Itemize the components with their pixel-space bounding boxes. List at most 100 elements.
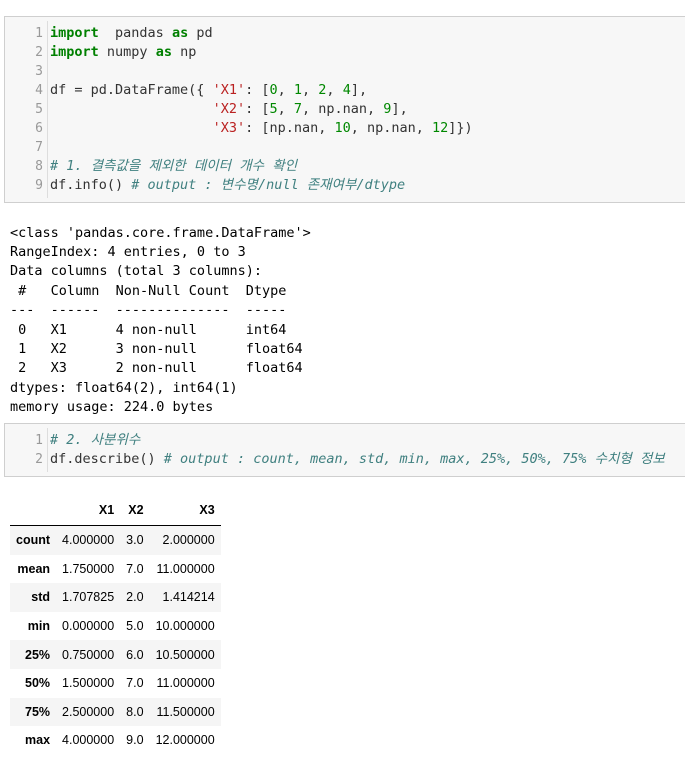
code-token: pandas [98, 25, 172, 41]
code-token: # 2. 사분위수 [50, 432, 141, 448]
code-cell-2[interactable]: 1 # 2. 사분위수 2 df.describe() # output : coun… [4, 423, 685, 477]
code-token: 12 [432, 120, 449, 136]
table-cell: 10.000000 [155, 619, 215, 634]
row-label: mean [17, 561, 51, 576]
table-cell: 0.750000 [62, 647, 115, 662]
code-line[interactable]: # 1. 결측값을 제외한 데이터 개수 확인 [50, 157, 297, 176]
row-label: 50% [25, 676, 51, 691]
code-token: : [ [245, 101, 270, 117]
table-cell: 2.0 [126, 590, 144, 605]
table-row: count 4.000000 3.0 2.000000 [10, 525, 221, 555]
code-token: import [50, 25, 99, 41]
code-token: ]}) [448, 120, 473, 136]
code-token: as [171, 25, 189, 41]
code-token: # 1. 결측값을 제외한 데이터 개수 확인 [50, 158, 298, 174]
table-cell: 2.000000 [162, 533, 215, 548]
line-number: 2 [35, 452, 43, 467]
code-line[interactable]: import pandas as pd [50, 24, 213, 43]
table-cell: 1.750000 [62, 561, 115, 576]
table-cell: 11.000000 [156, 561, 215, 576]
code-token: 1 [293, 82, 303, 98]
table-cell: 6.0 [126, 647, 144, 662]
line-number-gutter [47, 428, 48, 472]
column-header: X3 [149, 495, 221, 526]
row-label: min [27, 619, 51, 634]
code-token: 'X3' [212, 120, 246, 136]
line-number: 1 [35, 26, 43, 41]
code-token: # output : count, mean, std, min, max, 2… [163, 451, 665, 467]
table-row: max 4.000000 9.0 12.000000 [10, 726, 221, 755]
code-line[interactable]: 'X3': [np.nan, 10, np.nan, 12]}) [50, 119, 473, 138]
table-cell: 2.500000 [62, 704, 115, 719]
code-line[interactable]: df.info() # output : 변수명/null 존재여부/dtype [50, 176, 405, 195]
code-token: 10 [334, 120, 351, 136]
code-token: , np.nan, [350, 120, 433, 136]
line-number: 3 [35, 64, 43, 79]
code-token: , [302, 82, 319, 98]
table-body: count 4.000000 3.0 2.000000 mean 1.750000 7.0 1… [10, 525, 221, 755]
describe-table: X1 X2 X3 count 4.000000 3.0 2.000000 mean 1.750… [10, 495, 221, 755]
table-row: 50% 1.500000 7.0 11.000000 [10, 669, 221, 698]
code-token: , np.nan, [302, 101, 384, 117]
row-label: 75% [25, 704, 51, 719]
code-line[interactable]: 'X2': [5, 7, np.nan, 9], [50, 100, 408, 119]
table-cell: 3.0 [126, 533, 144, 548]
code-token: ], [391, 101, 408, 117]
code-token: , [277, 101, 294, 117]
table-cell: 11.000000 [156, 676, 215, 691]
code-token: numpy [98, 44, 156, 60]
row-label: max [25, 733, 51, 748]
table-cell: 9.0 [126, 733, 144, 748]
line-number-gutter [47, 21, 48, 198]
line-number: 4 [35, 83, 43, 98]
code-token: 4 [342, 82, 351, 98]
code-token: ], [350, 82, 368, 98]
code-line[interactable]: df = pd.DataFrame({ 'X1': [0, 1, 2, 4], [50, 81, 367, 100]
table-cell: 11.500000 [156, 704, 215, 719]
code-token: , [277, 82, 294, 98]
code-token: 0 [269, 82, 278, 98]
table-row: mean 1.750000 7.0 11.000000 [10, 555, 221, 584]
table-cell: 5.0 [126, 619, 144, 634]
code-token: pd [188, 25, 213, 41]
table-cell: 4.000000 [62, 533, 115, 548]
code-token: 'X1' [212, 82, 246, 98]
table-row: 25% 0.750000 6.0 10.500000 [10, 640, 221, 669]
row-label: count [16, 533, 51, 548]
line-number: 1 [35, 433, 43, 448]
code-token: 5 [269, 101, 278, 117]
column-header [10, 495, 57, 526]
code-token: , [326, 82, 343, 98]
code-token: # output : 변수명/null 존재여부/dtype [131, 177, 406, 193]
table-cell: 4.000000 [62, 733, 115, 748]
code-token: import [50, 44, 99, 60]
table-cell: 1.500000 [62, 676, 115, 691]
code-token: : [np.nan, [245, 120, 335, 136]
line-number: 6 [35, 121, 43, 136]
table-cell: 10.500000 [155, 647, 215, 662]
code-token: as [155, 44, 172, 60]
line-number: 9 [35, 178, 43, 193]
code-token: df = pd.DataFrame({ [50, 82, 213, 98]
code-line[interactable]: import numpy as np [50, 43, 196, 62]
table-cell: 0.000000 [62, 619, 115, 634]
line-number: 7 [35, 140, 43, 155]
code-token: 7 [293, 101, 303, 117]
line-number: 8 [35, 159, 43, 174]
table-cell: 7.0 [126, 561, 144, 576]
table-cell: 1.707825 [62, 590, 115, 605]
table-header-row: X1 X2 X3 [10, 495, 221, 526]
line-number: 5 [35, 102, 43, 117]
code-cell-1[interactable]: 1 import pandas as pd 2 import numpy as np 3… [4, 16, 685, 203]
code-line[interactable]: # 2. 사분위수 [50, 431, 140, 450]
table-row: 75% 2.500000 8.0 11.500000 [10, 697, 221, 727]
column-header: X1 [56, 495, 121, 526]
line-number: 2 [35, 45, 43, 60]
code-token: df.describe() [50, 451, 164, 467]
table-cell: 1.414214 [162, 590, 215, 605]
code-token: np [171, 44, 197, 60]
code-token: : [ [245, 82, 270, 98]
code-line[interactable]: df.describe() # output : count, mean, st… [50, 450, 665, 469]
